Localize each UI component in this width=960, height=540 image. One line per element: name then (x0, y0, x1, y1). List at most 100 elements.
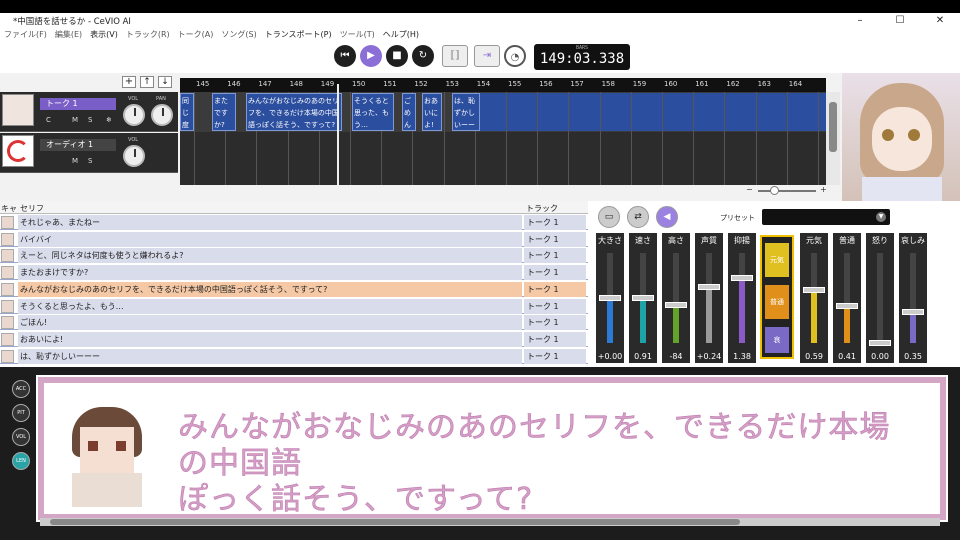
slider-handle[interactable] (665, 302, 687, 309)
tempo-gauge-icon[interactable]: ◔ (504, 45, 526, 67)
talk-note[interactable]: ごめん (402, 93, 416, 131)
slider-params[interactable]: 声質 +0.24 (695, 233, 723, 363)
track-vscroll[interactable] (826, 92, 840, 185)
side-mode-button[interactable]: PIT (12, 404, 30, 422)
script-row[interactable]: ごほん! トーク 1 (0, 315, 588, 331)
emo-tab-genki[interactable]: 元気 (765, 243, 789, 277)
menu-transport[interactable]: トランスポート(P) (265, 29, 332, 41)
track-solo-button[interactable]: S (88, 116, 92, 124)
close-button[interactable]: ✕ (920, 13, 960, 29)
script-row[interactable]: またおまけですか? トーク 1 (0, 265, 588, 281)
line-text[interactable]: えーと、同じネタは何度も使うと嫌われるよ? (18, 248, 522, 264)
timeline-ruler[interactable]: 145 146 147 148 149 150 151 152 153 154 155 156 157 1… (180, 78, 826, 92)
follow-button[interactable]: ⇥ (474, 45, 500, 67)
script-row[interactable]: それじゃあ、またねー トーク 1 (0, 215, 588, 230)
menu-track[interactable]: トラック(R) (126, 29, 170, 41)
line-text[interactable]: ごほん! (18, 315, 522, 331)
slider-handle[interactable] (902, 308, 924, 315)
line-text[interactable]: またおまけですか? (18, 265, 522, 281)
slider-params[interactable]: 抑揚 1.38 (728, 233, 756, 363)
loop-button[interactable]: ↻ (412, 45, 434, 67)
slider-emo_params[interactable]: 哀しみ 0.35 (899, 233, 927, 363)
audio-vol-knob[interactable] (123, 145, 145, 167)
line-text[interactable]: バイバイ (18, 231, 522, 247)
side-mode-button[interactable]: ACC (12, 380, 30, 398)
playhead[interactable] (337, 84, 339, 185)
track-name-audio[interactable]: オーディオ 1 (40, 139, 116, 151)
talk-note[interactable]: おあいによ! (422, 93, 442, 131)
line-text[interactable]: おあいによ! (18, 331, 522, 347)
play-button[interactable]: ▶ (360, 45, 382, 67)
talk-note[interactable]: そうくると思った、もう… (352, 93, 394, 131)
slider-handle[interactable] (698, 284, 720, 291)
speaker-icon[interactable]: ◀ (656, 206, 678, 228)
audio-solo-button[interactable]: S (88, 157, 92, 165)
pan-knob[interactable] (151, 104, 173, 126)
menu-edit[interactable]: 編集(E) (55, 29, 82, 41)
menu-file[interactable]: ファイル(F) (4, 29, 47, 41)
audio-lane[interactable] (180, 132, 826, 185)
menu-help[interactable]: ヘルプ(H) (383, 29, 419, 41)
maximize-button[interactable]: ☐ (880, 13, 920, 29)
preset-select[interactable]: ▼ (762, 209, 890, 225)
add-track-button[interactable]: + (122, 76, 136, 88)
track-up-button[interactable]: ↑ (140, 76, 154, 88)
slider-params[interactable]: 高さ -84 (662, 233, 690, 363)
slider-handle[interactable] (803, 286, 825, 293)
slider-handle[interactable] (836, 303, 858, 310)
audio-mute-button[interactable]: M (72, 157, 78, 165)
slider-handle[interactable] (632, 295, 654, 301)
editor-hscroll[interactable] (40, 518, 940, 526)
slider-params[interactable]: 大きさ +0.00 (596, 233, 624, 363)
script-row[interactable]: みんながおなじみのあのセリフを、できるだけ本場の中国語っぽく話そう、ですって? ト… (0, 281, 588, 297)
track-name-talk[interactable]: トーク 1 (40, 98, 116, 110)
line-text[interactable]: みんながおなじみのあのセリフを、できるだけ本場の中国語っぽく話そう、ですって? (18, 281, 522, 297)
line-text[interactable]: そうくると思ったよ、もう… (18, 298, 522, 314)
side-mode-button[interactable]: VOL (12, 428, 30, 446)
menu-song[interactable]: ソング(S) (221, 29, 256, 41)
emo-tab-futsu[interactable]: 普通 (765, 285, 789, 319)
minimize-button[interactable]: – (840, 13, 880, 29)
script-row[interactable]: は、恥ずかしいーーー トーク 1 (0, 348, 588, 364)
track-cast-button[interactable]: C (46, 116, 51, 124)
zoom-slider[interactable]: − + (740, 185, 832, 197)
slider-params[interactable]: 速さ 0.91 (629, 233, 657, 363)
slider-emo_params[interactable]: 元気 0.59 (800, 233, 828, 363)
track-header-talk[interactable]: トーク 1 C M S ❄ VOL PAN (0, 92, 178, 132)
rewind-button[interactable]: ⏮ (334, 45, 356, 67)
talk-note[interactable]: 同じ 度も 嫌わ (180, 93, 194, 131)
cast-column-header[interactable]: キャ (1, 203, 17, 214)
line-text[interactable]: それじゃあ、またねー (18, 215, 522, 230)
track-header-audio[interactable]: オーディオ 1 M S VOL (0, 133, 178, 173)
track-column-header[interactable]: トラック (526, 203, 558, 214)
track-down-button[interactable]: ↓ (158, 76, 172, 88)
script-row[interactable]: えーと、同じネタは何度も使うと嫌われるよ? トーク 1 (0, 248, 588, 264)
slider-handle[interactable] (731, 275, 753, 282)
menu-view[interactable]: 表示(V) (90, 29, 118, 41)
slider-emo_params[interactable]: 普通 0.41 (833, 233, 861, 363)
vol-knob[interactable] (123, 104, 145, 126)
talk-note[interactable]: また ですか? (212, 93, 236, 131)
script-row[interactable]: バイバイ トーク 1 (0, 231, 588, 247)
slider-handle[interactable] (599, 295, 621, 301)
line-text[interactable]: は、恥ずかしいーーー (18, 348, 522, 364)
talk-note[interactable]: みんながおなじみのあのセリフを、できるだけ本場の中国語っぽく話そう、ですって? (246, 93, 342, 131)
script-row[interactable]: おあいによ! トーク 1 (0, 331, 588, 347)
balloon-icon[interactable]: ▭ (598, 206, 620, 228)
talk-note[interactable]: は、恥ずかしいーーー (452, 93, 480, 131)
talk-lane[interactable]: 同じ 度も 嫌わ また ですか? みんながおなじみのあのセリフを、できるだけ本場の中… (180, 92, 826, 132)
range-button[interactable]: ⟦⟧ (442, 45, 468, 67)
side-mode-button[interactable]: LEN (12, 452, 30, 470)
stop-button[interactable]: ■ (386, 45, 408, 67)
refresh-icon[interactable]: ⇄ (627, 206, 649, 228)
script-row[interactable]: そうくると思ったよ、もう… トーク 1 (0, 298, 588, 314)
slider-handle[interactable] (869, 340, 891, 346)
line-column-header[interactable]: セリフ (20, 203, 44, 214)
emotion-blend-slider[interactable]: 元気 普通 哀 (760, 235, 794, 359)
emo-tab-ai[interactable]: 哀 (765, 327, 789, 353)
track-mute-button[interactable]: M (72, 116, 78, 124)
menu-tools[interactable]: ツール(T) (340, 29, 375, 41)
menu-talk[interactable]: トーク(A) (178, 29, 214, 41)
slider-emo_params[interactable]: 怒り 0.00 (866, 233, 894, 363)
track-freeze-icon[interactable]: ❄ (106, 116, 112, 124)
